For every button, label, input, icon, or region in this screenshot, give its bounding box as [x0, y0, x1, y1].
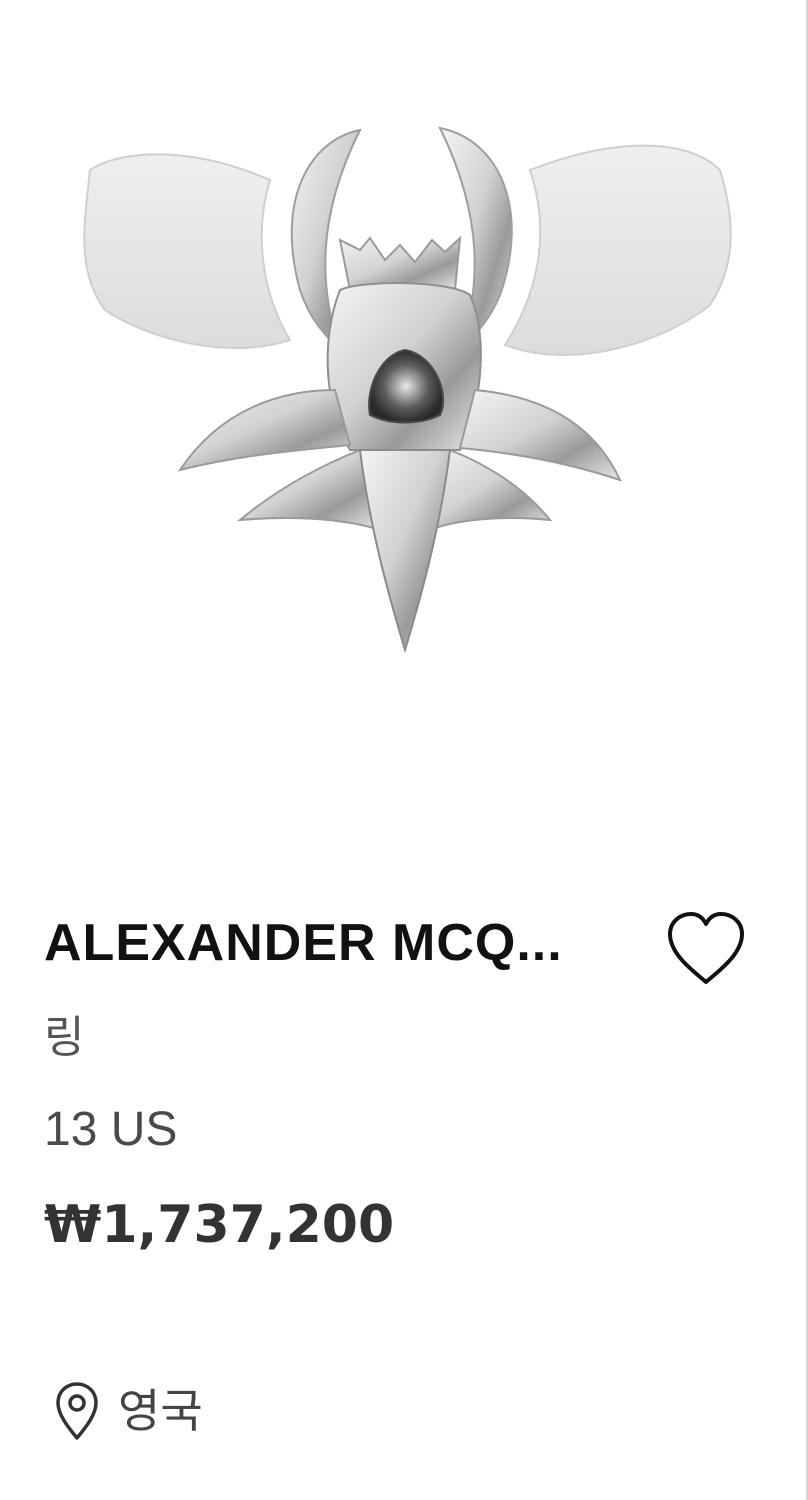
product-card[interactable]: ALEXANDER MCQ... 링 13 US ₩1,737,200 영국 [0, 0, 806, 1500]
heart-outline-icon [668, 912, 744, 984]
location-label: 영국 [118, 1384, 203, 1438]
product-price: ₩1,737,200 [44, 1195, 395, 1255]
product-brand[interactable]: ALEXANDER MCQ... [44, 912, 624, 974]
product-location: 영국 [52, 1378, 203, 1444]
map-pin-icon [56, 1382, 98, 1440]
product-category: 링 [44, 1012, 85, 1063]
product-size: 13 US [44, 1103, 178, 1156]
wishlist-button[interactable] [662, 908, 750, 990]
product-image[interactable] [60, 110, 750, 670]
